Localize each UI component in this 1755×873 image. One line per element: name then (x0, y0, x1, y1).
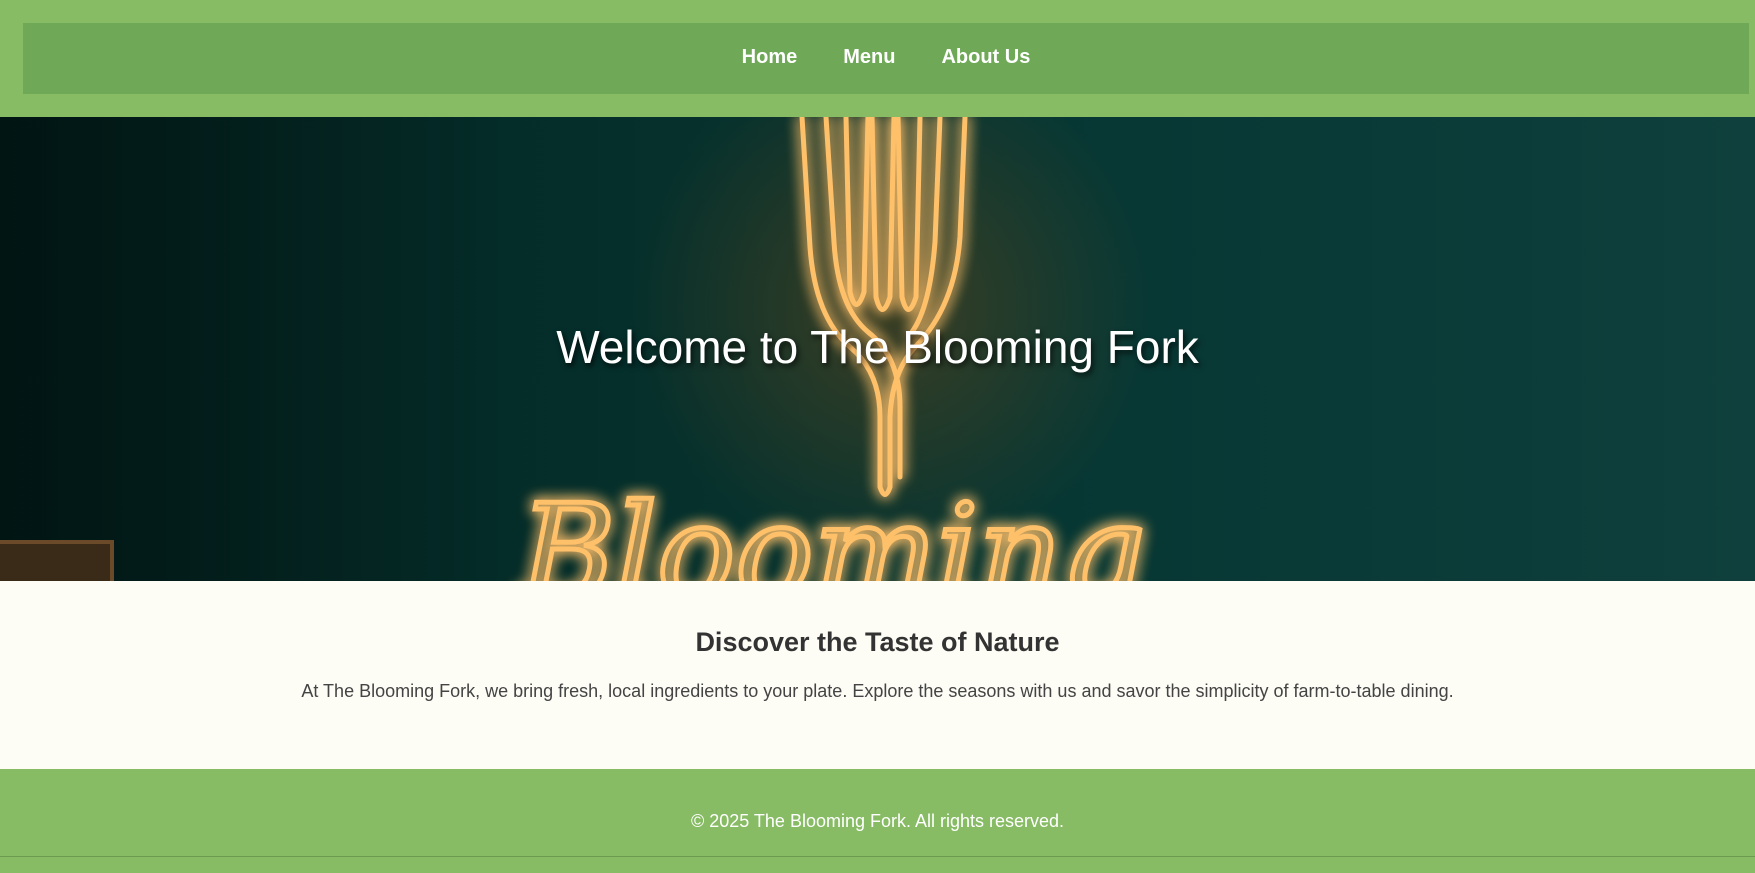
about-body: At The Blooming Fork, we bring fresh, lo… (301, 681, 1454, 701)
nav-link-home[interactable]: Home (742, 46, 798, 69)
main-nav: Home Menu About Us (23, 23, 1749, 94)
footer-divider (0, 856, 1755, 857)
hero-banner: Blooming Welcome to The Blooming Fork (0, 117, 1755, 581)
about-section: Discover the Taste of Nature At The Bloo… (0, 581, 1755, 769)
about-heading: Discover the Taste of Nature (695, 627, 1060, 657)
site-header: Home Menu About Us (0, 0, 1755, 117)
nav-link-about-us[interactable]: About Us (941, 46, 1030, 69)
site-footer: © 2025 The Blooming Fork. All rights res… (0, 769, 1755, 873)
nav-link-menu[interactable]: Menu (843, 46, 895, 69)
hero-title: Welcome to The Blooming Fork (556, 321, 1199, 373)
picture-frame (0, 540, 114, 581)
neon-sign-text: Blooming (518, 476, 1145, 581)
copyright-text: © 2025 The Blooming Fork. All rights res… (690, 811, 1065, 831)
